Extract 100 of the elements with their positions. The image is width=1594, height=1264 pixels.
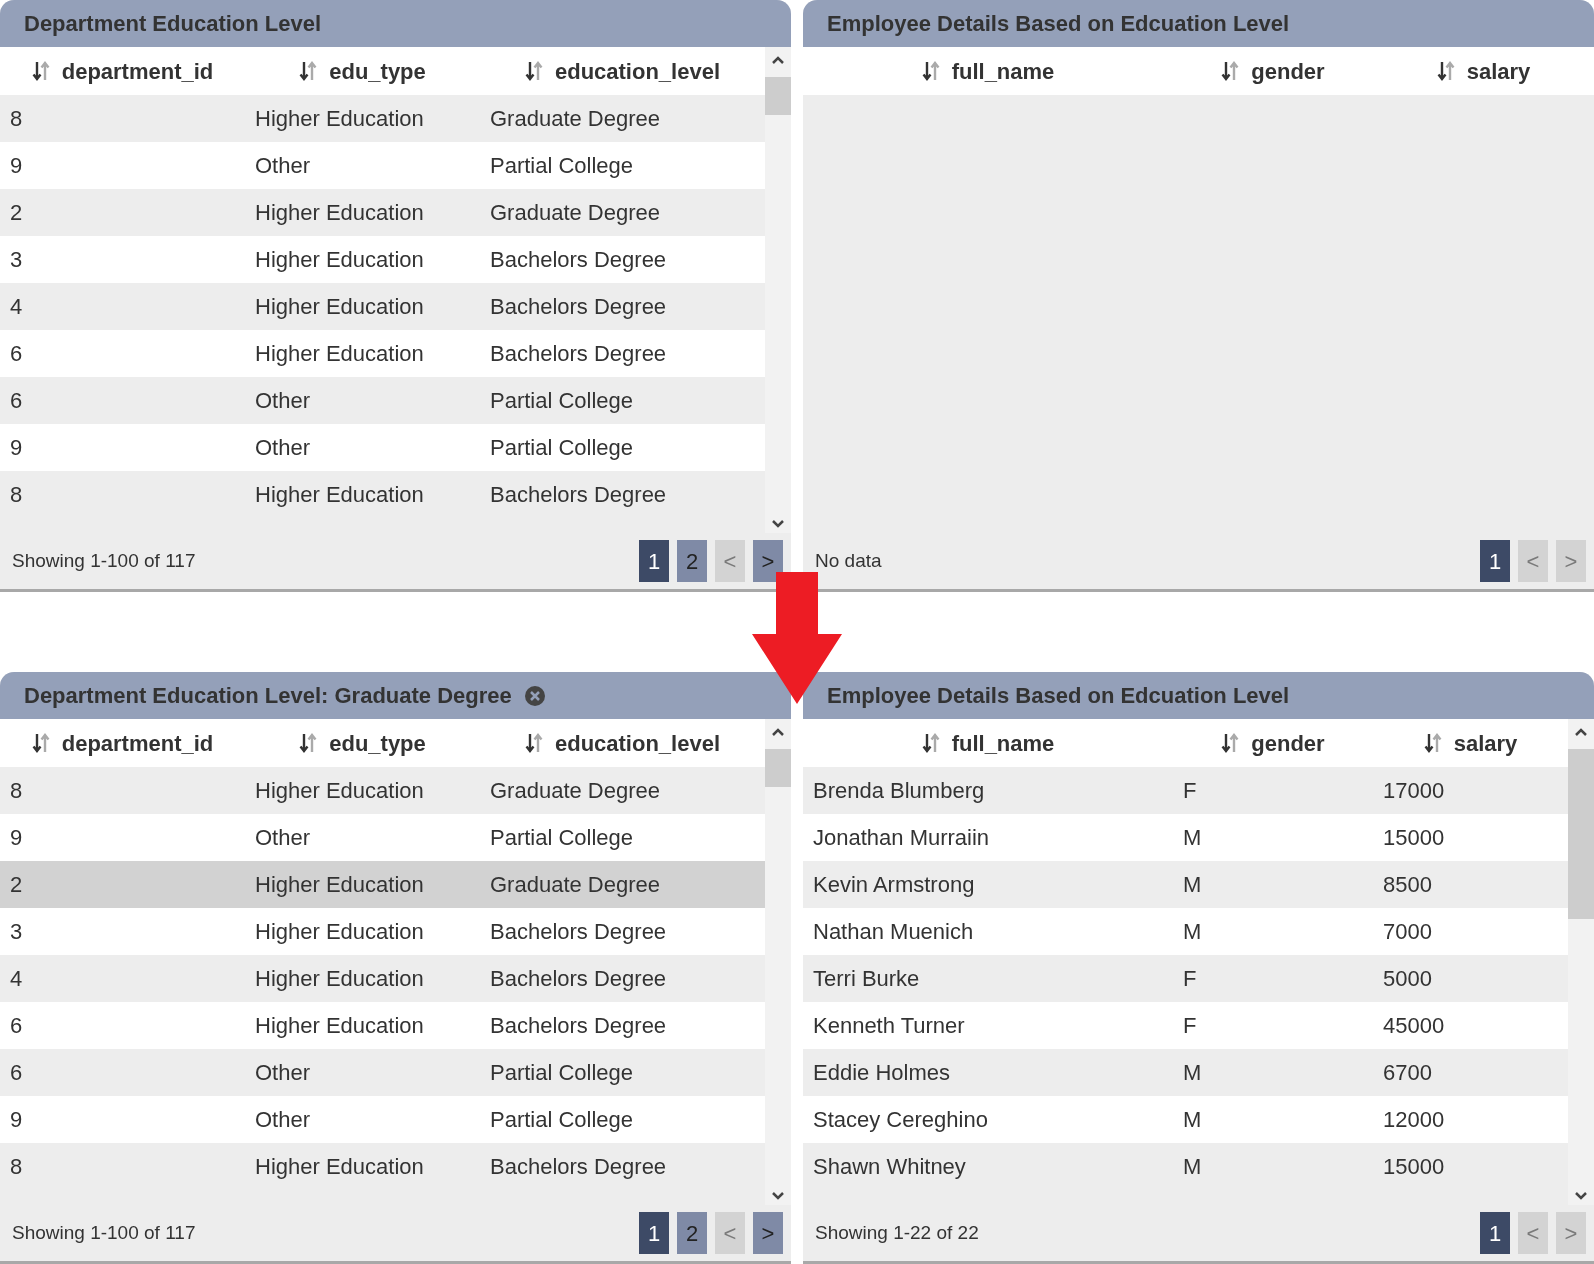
scroll-up-icon[interactable]: [771, 55, 785, 65]
table-cell-text: 45000: [1382, 1012, 1446, 1040]
column-header[interactable]: education_level: [554, 726, 721, 760]
table-row[interactable]: 9 Other Partial College: [0, 142, 765, 189]
table-cell-text: Brenda Blumberg: [812, 777, 986, 805]
table-cell-text: Partial College: [489, 1106, 635, 1134]
next-page-button[interactable]: >: [753, 540, 783, 582]
table-cell-text: 15000: [1382, 1153, 1446, 1181]
footer-status: Showing 1-100 of 117: [12, 548, 196, 573]
column-header[interactable]: full_name: [951, 726, 1055, 760]
sort-icon: [1221, 732, 1240, 754]
table-row[interactable]: 3 Higher Education Bachelors Degree: [0, 236, 765, 283]
table-cell-text: 4: [9, 293, 24, 321]
scrollbar[interactable]: [765, 47, 791, 533]
scroll-down-icon[interactable]: [771, 519, 785, 529]
table-cell-text: Other: [254, 1106, 312, 1134]
page-button[interactable]: 1: [1480, 1212, 1510, 1254]
page-button[interactable]: 1: [1480, 540, 1510, 582]
sort-icon: [921, 732, 940, 754]
table-row[interactable]: 2 Higher Education Graduate Degree: [0, 861, 765, 908]
table-row[interactable]: 6 Higher Education Bachelors Degree: [0, 1002, 765, 1049]
scroll-down-icon[interactable]: [771, 1191, 785, 1201]
table-cell-text: 3: [9, 246, 24, 274]
sort-icon: [31, 732, 50, 754]
table-cell-text: Terri Burke: [812, 965, 921, 993]
table-row[interactable]: 6 Higher Education Bachelors Degree: [0, 330, 765, 377]
scrollbar-thumb[interactable]: [1568, 749, 1594, 919]
table-cell-text: 8: [9, 481, 24, 509]
panel-title: Employee Details Based on Edcuation Level: [827, 10, 1290, 38]
table-cell-text: Graduate Degree: [489, 199, 661, 227]
table-cell-text: Higher Education: [254, 481, 425, 509]
table-cell-text: M: [1182, 1059, 1203, 1087]
scrollbar[interactable]: [1568, 719, 1594, 1205]
table-cell-text: Higher Education: [254, 918, 425, 946]
column-header[interactable]: edu_type: [329, 726, 426, 760]
page-button[interactable]: 1: [639, 1212, 669, 1254]
table-row[interactable]: Jonathan Murraiin M 15000: [803, 814, 1568, 861]
footer-status: No data: [815, 548, 882, 573]
column-header[interactable]: salary: [1466, 54, 1531, 88]
table-cell-text: Bachelors Degree: [489, 293, 668, 321]
table-row[interactable]: Nathan Muenich M 7000: [803, 908, 1568, 955]
table-row[interactable]: 9 Other Partial College: [0, 1096, 765, 1143]
table-cell-text: Bachelors Degree: [489, 1153, 668, 1181]
table-cell-text: M: [1182, 824, 1203, 852]
table-cell-text: 9: [9, 1106, 24, 1134]
table-cell-text: Kevin Armstrong: [812, 871, 976, 899]
footer-status: Showing 1-22 of 22: [815, 1220, 979, 1245]
column-header[interactable]: full_name: [951, 54, 1055, 88]
scrollbar-thumb[interactable]: [765, 749, 791, 787]
table-cell-text: Bachelors Degree: [489, 481, 668, 509]
column-header[interactable]: education_level: [554, 54, 721, 88]
clear-filter-icon[interactable]: [523, 684, 546, 707]
column-header[interactable]: edu_type: [329, 54, 426, 88]
table-cell-text: M: [1182, 1153, 1203, 1181]
scroll-down-icon[interactable]: [1574, 1191, 1588, 1201]
table-row[interactable]: Stacey Cereghino M 12000: [803, 1096, 1568, 1143]
table-row[interactable]: Kenneth Turner F 45000: [803, 1002, 1568, 1049]
table-cell-text: 7000: [1382, 918, 1433, 946]
panel-title: Department Education Level: Graduate Degree: [24, 682, 512, 710]
sort-icon: [1221, 60, 1240, 82]
scroll-up-icon[interactable]: [1574, 727, 1588, 737]
sort-icon: [31, 60, 50, 82]
table-cell-text: Shawn Whitney: [812, 1153, 967, 1181]
table-row[interactable]: 3 Higher Education Bachelors Degree: [0, 908, 765, 955]
table-cell-text: 3: [9, 918, 24, 946]
table-cell-text: F: [1182, 777, 1198, 805]
table-cell-text: 6: [9, 387, 24, 415]
table-cell-text: 6: [9, 1012, 24, 1040]
table-cell-text: Partial College: [489, 824, 635, 852]
table-cell-text: M: [1182, 1106, 1203, 1134]
table-row[interactable]: 9 Other Partial College: [0, 424, 765, 471]
table-cell-text: 6: [9, 1059, 24, 1087]
table-row[interactable]: 9 Other Partial College: [0, 814, 765, 861]
table-cell-text: Higher Education: [254, 293, 425, 321]
column-header[interactable]: gender: [1251, 54, 1325, 88]
table-cell-text: Other: [254, 387, 312, 415]
column-header[interactable]: salary: [1453, 726, 1518, 760]
table-cell-text: Bachelors Degree: [489, 340, 668, 368]
page-button[interactable]: 2: [677, 540, 707, 582]
table-cell-text: Graduate Degree: [489, 777, 661, 805]
sort-icon: [299, 732, 318, 754]
scrollbar[interactable]: [765, 719, 791, 1205]
table-cell-text: Nathan Muenich: [812, 918, 975, 946]
table-cell-text: Higher Education: [254, 199, 425, 227]
page-button[interactable]: 1: [639, 540, 669, 582]
column-header[interactable]: gender: [1251, 726, 1325, 760]
table-cell-text: 6: [9, 340, 24, 368]
page-button[interactable]: 2: [677, 1212, 707, 1254]
table-cell-text: Jonathan Murraiin: [812, 824, 991, 852]
table-cell-text: 8: [9, 1153, 24, 1181]
next-page-button[interactable]: >: [753, 1212, 783, 1254]
table-cell-text: Higher Education: [254, 105, 425, 133]
table-cell-text: Partial College: [489, 152, 635, 180]
column-header[interactable]: department_id: [61, 54, 214, 88]
scrollbar-thumb[interactable]: [765, 77, 791, 115]
scroll-up-icon[interactable]: [771, 727, 785, 737]
table-cell-text: Partial College: [489, 387, 635, 415]
column-header[interactable]: department_id: [61, 726, 214, 760]
table-cell-text: Higher Education: [254, 246, 425, 274]
panel-title: Employee Details Based on Edcuation Level: [827, 682, 1290, 710]
